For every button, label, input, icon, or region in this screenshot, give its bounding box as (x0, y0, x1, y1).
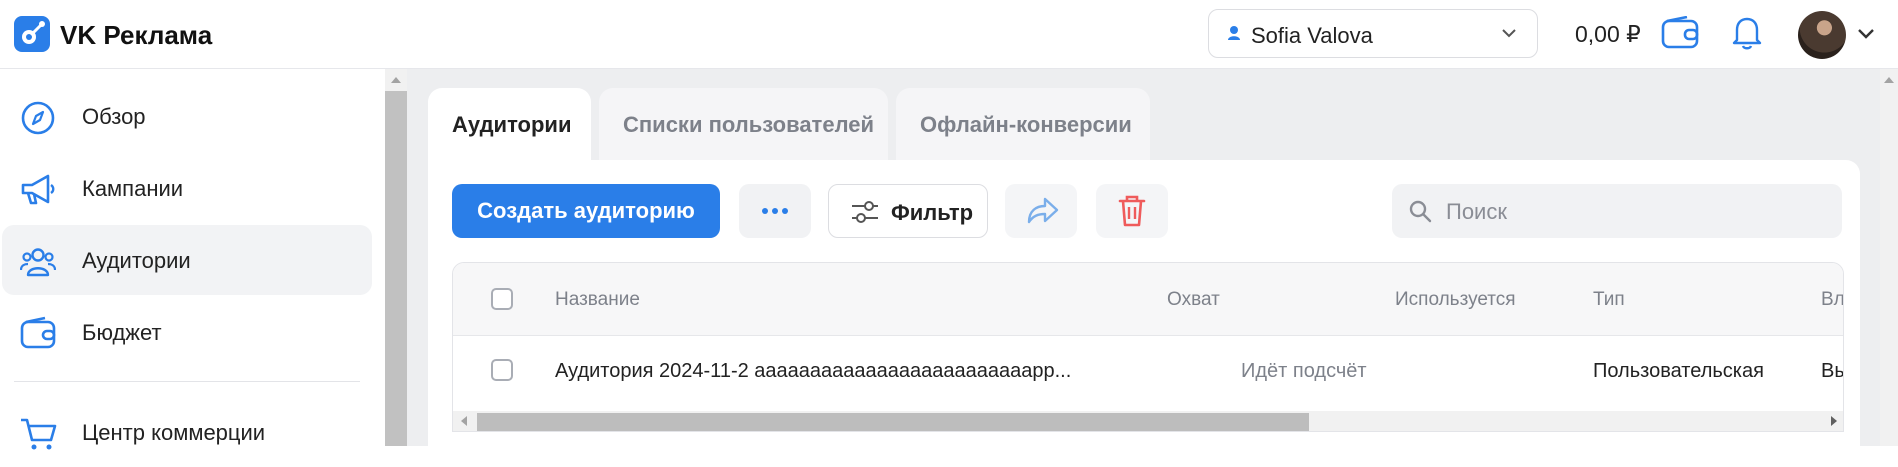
megaphone-icon (21, 174, 55, 205)
table-horizontal-scrollbar[interactable] (453, 411, 1843, 431)
row-name[interactable]: Аудитория 2024-11-2 аааааааааааааааааааа… (555, 360, 1071, 383)
row-owner: Вы (1821, 360, 1843, 382)
sidebar-item-label: Бюджет (82, 320, 162, 345)
search-input[interactable]: Поиск (1392, 184, 1842, 238)
chevron-down-icon[interactable] (1857, 27, 1875, 41)
bell-icon[interactable] (1731, 16, 1763, 50)
scroll-up-arrow-icon[interactable] (1884, 77, 1894, 83)
top-header: VK Реклама Sofia Valova 0,00 ₽ (0, 0, 1898, 69)
users-icon (20, 248, 56, 277)
filter-label: Фильтр (891, 200, 974, 225)
sidebar-scrollbar[interactable] (385, 69, 407, 446)
user-icon (1228, 26, 1240, 40)
row-type: Пользовательская (1593, 360, 1764, 382)
balance-value[interactable]: 0,00 ₽ (1575, 21, 1641, 48)
sidebar: Обзор Кампании Аудитории Бюджет Центр ко… (0, 69, 385, 450)
brand-title[interactable]: VK Реклама (60, 20, 212, 51)
page-scrollbar[interactable] (1880, 69, 1898, 446)
wallet-icon[interactable] (1661, 16, 1699, 50)
wallet-icon (20, 316, 56, 349)
select-all-checkbox[interactable] (491, 288, 513, 310)
sidebar-item-audiences[interactable]: Аудитории (2, 225, 372, 295)
more-actions-button[interactable] (739, 184, 811, 238)
sidebar-item-budget[interactable]: Бюджет (2, 297, 372, 367)
column-header-owner[interactable]: Вл (1821, 289, 1843, 311)
search-placeholder: Поиск (1446, 199, 1507, 224)
column-header-type[interactable]: Тип (1593, 289, 1625, 311)
avatar[interactable] (1798, 11, 1846, 59)
row-reach: Идёт подсчёт (1241, 360, 1367, 382)
sidebar-item-label: Аудитории (82, 248, 191, 273)
share-button[interactable] (1005, 184, 1077, 238)
scrollbar-thumb[interactable] (385, 91, 407, 446)
tab-label: Офлайн-конверсии (920, 112, 1132, 137)
filter-button[interactable]: Фильтр (828, 184, 988, 238)
sidebar-divider (14, 381, 360, 382)
more-dots-icon (762, 208, 788, 214)
table-header: Название Охват Используется Тип Вл (453, 263, 1843, 336)
chevron-down-icon (1502, 29, 1516, 38)
sidebar-item-overview[interactable]: Обзор (2, 81, 372, 151)
sidebar-item-label: Центр коммерции (82, 420, 266, 445)
cart-icon (21, 418, 57, 450)
scroll-right-arrow-icon[interactable] (1831, 416, 1837, 426)
tab-label: Списки пользователей (623, 112, 875, 137)
sidebar-item-label: Кампании (82, 176, 184, 201)
delete-button[interactable] (1096, 184, 1168, 238)
sliders-icon (852, 201, 878, 223)
create-audience-button[interactable]: Создать аудиторию (452, 184, 720, 238)
tab-label: Аудитории (452, 112, 572, 137)
column-header-reach[interactable]: Охват (1167, 289, 1220, 311)
vk-ads-logo-icon[interactable] (14, 16, 50, 52)
tab-audiences[interactable]: Аудитории (428, 88, 591, 160)
sidebar-item-campaigns[interactable]: Кампании (2, 153, 372, 223)
account-selector[interactable]: Sofia Valova (1208, 9, 1538, 58)
tab-offline-conversions[interactable]: Офлайн-конверсии (896, 88, 1150, 160)
search-icon (1409, 200, 1432, 223)
column-header-name[interactable]: Название (555, 289, 640, 311)
table-row[interactable]: Аудитория 2024-11-2 аааааааааааааааааааа… (453, 335, 1843, 407)
scroll-left-arrow-icon[interactable] (461, 416, 467, 426)
account-name: Sofia Valova (1251, 23, 1373, 48)
audiences-table: Название Охват Используется Тип Вл Аудит… (452, 262, 1844, 432)
sidebar-item-label: Обзор (82, 104, 146, 129)
sidebar-item-commerce[interactable]: Центр коммерции (2, 397, 372, 467)
share-arrow-icon (1027, 197, 1059, 224)
compass-icon (21, 101, 55, 135)
scroll-up-arrow-icon[interactable] (391, 77, 401, 83)
column-header-used[interactable]: Используется (1395, 289, 1516, 311)
tab-user-lists[interactable]: Списки пользователей (599, 88, 888, 160)
row-checkbox[interactable] (491, 359, 513, 381)
scrollbar-thumb[interactable] (477, 413, 1309, 431)
trash-icon (1118, 195, 1146, 227)
